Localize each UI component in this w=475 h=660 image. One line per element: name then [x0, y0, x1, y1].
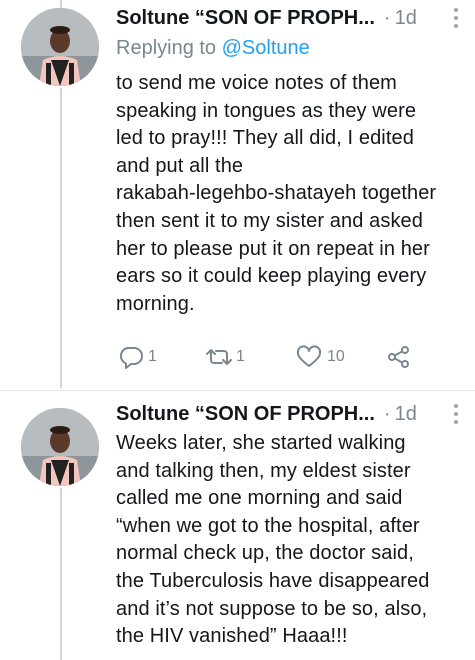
more-vertical-icon[interactable]: [453, 8, 459, 32]
tweet-text-line: “when we got to the hospital, after: [116, 514, 420, 537]
tweet-text-line: her to please put it on repeat in her: [116, 237, 430, 260]
reply-button[interactable]: 1: [118, 343, 157, 371]
separator-dot: ·: [383, 6, 391, 29]
tweet-text-line: rakabah-legehbo-shatayeh together: [116, 182, 437, 205]
avatar[interactable]: [21, 408, 99, 486]
tweet-text-line: the Tuberculosis have disappeared: [116, 569, 430, 592]
tweet-text: to send me voice notes of them speaking …: [116, 70, 466, 318]
replying-handle-link[interactable]: @Soltune: [222, 37, 310, 59]
tweet-text: Weeks later, she started walking and tal…: [116, 430, 466, 651]
retweet-icon: [202, 345, 236, 369]
separator-dot: ·: [383, 402, 391, 425]
timestamp[interactable]: 1d: [395, 7, 417, 30]
tweet-text-line: then sent it to my sister and asked: [116, 209, 423, 232]
timestamp[interactable]: 1d: [395, 403, 417, 426]
replying-prefix: Replying to: [116, 37, 222, 59]
tweet-text-line: led to pray!!! They all did, I edited: [116, 127, 414, 150]
author-name[interactable]: Soltune “SON OF PROPH...: [116, 7, 375, 30]
share-button[interactable]: [386, 343, 412, 371]
tweet-text-line: Weeks later, she started walking: [116, 432, 406, 454]
tweet-text-line: normal check up, the doctor said,: [116, 542, 414, 565]
tweet-header: Soltune “SON OF PROPH... · 1d: [116, 3, 463, 33]
tweet-1[interactable]: Soltune “SON OF PROPH... · 1d Replying t…: [0, 0, 475, 390]
tweet-text-line: to send me voice notes of them: [116, 72, 397, 94]
share-icon: [386, 345, 412, 369]
tweet-text-line: ears so it could keep playing every: [116, 265, 427, 288]
reply-count: 1: [148, 348, 157, 365]
tweet-text-line: morning.: [116, 292, 195, 315]
like-button[interactable]: 10: [296, 343, 345, 371]
tweet-text-line: called me one morning and said: [116, 487, 403, 510]
avatar[interactable]: [21, 8, 99, 86]
tweet-text-line: and put all the: [116, 154, 244, 177]
replying-to: Replying to @Soltune: [116, 37, 310, 60]
tweet-actions: 1 1 10: [116, 343, 436, 371]
tweet-header: Soltune “SON OF PROPH... · 1d: [116, 399, 463, 429]
retweet-button[interactable]: 1: [202, 343, 245, 371]
reply-icon: [118, 345, 144, 369]
retweet-count: 1: [236, 348, 245, 365]
tweet-2[interactable]: Soltune “SON OF PROPH... · 1d Weeks late…: [0, 391, 475, 660]
author-name[interactable]: Soltune “SON OF PROPH...: [116, 403, 375, 426]
like-count: 10: [327, 348, 345, 365]
tweet-text-line: speaking in tongues as they were: [116, 99, 417, 122]
heart-icon: [296, 345, 322, 369]
more-vertical-icon[interactable]: [453, 404, 459, 428]
tweet-text-line: the HIV vanished” Haaa!!!: [116, 625, 348, 648]
tweet-text-line: and it’s not suppose to be so, also,: [116, 597, 428, 620]
tweet-text-line: and talking then, my eldest sister: [116, 459, 411, 482]
